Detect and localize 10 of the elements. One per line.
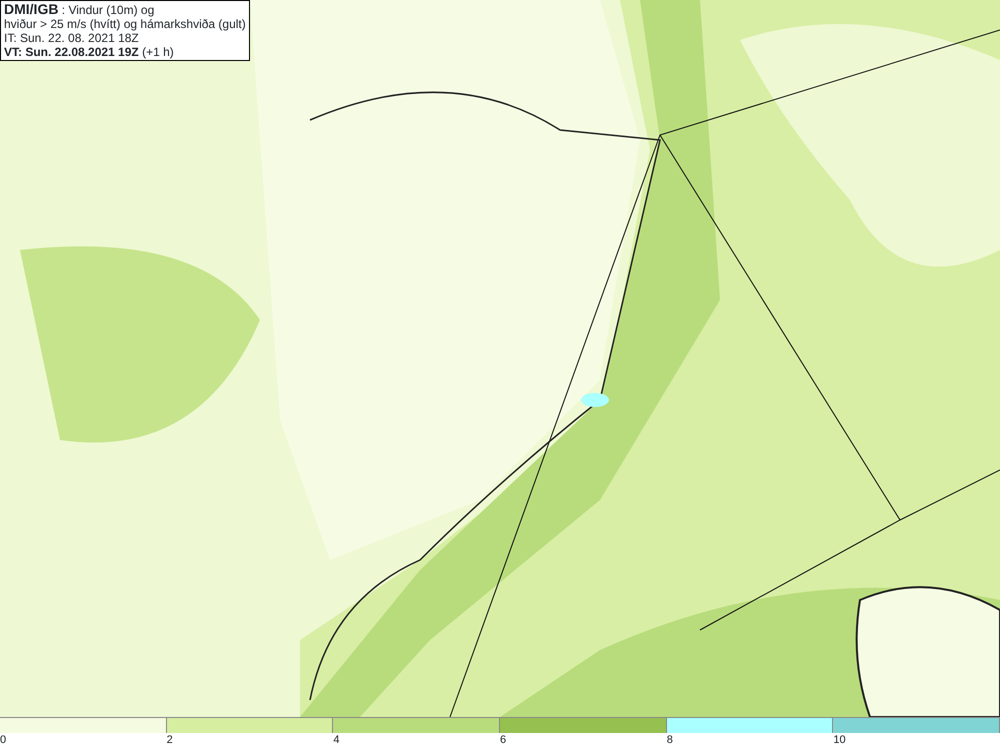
legend-label: 10 <box>833 734 846 746</box>
legend-label: 8 <box>666 734 673 746</box>
legend-label: 4 <box>333 734 340 746</box>
legend-label: 0 <box>0 734 6 746</box>
info-text: hviður > 25 m/s (hvítt) og hámarkshviða (gult) <box>4 17 246 31</box>
info-text: VT: Sun. 22.08.2021 19Z (+1 h) <box>4 45 174 59</box>
legend-label: 6 <box>500 734 506 746</box>
legend-label: 2 <box>166 734 173 746</box>
info-text: DMI/IGB : Vindur (10m) og <box>4 2 154 17</box>
info-text: IT: Sun. 22. 08. 2021 18Z <box>4 31 139 45</box>
